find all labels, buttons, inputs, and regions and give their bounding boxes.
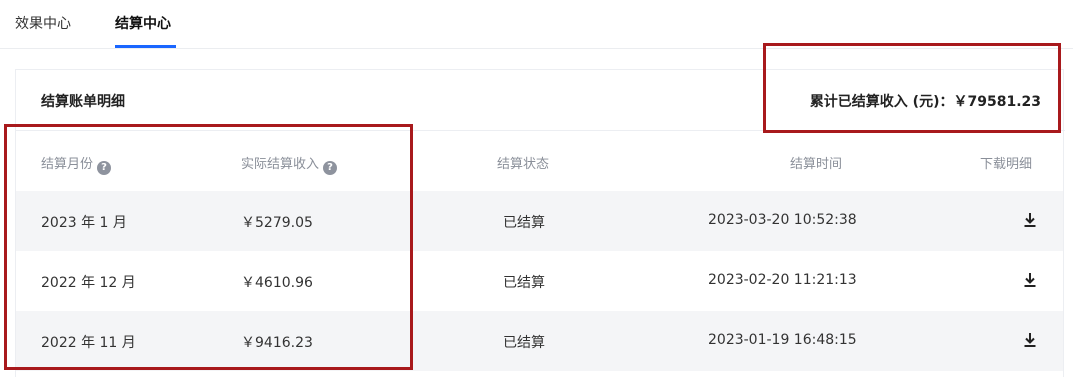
card-header: 结算账单明细 累计已结算收入 (元)：￥79581.23	[16, 70, 1065, 131]
total-settled-income: 累计已结算收入 (元)：￥79581.23	[809, 94, 1041, 110]
column-header-amount: 实际结算收入?	[241, 153, 338, 175]
tab-settlement-center[interactable]: 结算中心	[115, 14, 171, 34]
table-row: 2022 年 11 月 ￥9416.23 已结算 2023-01-19 16:4…	[16, 311, 1063, 371]
cell-status: 已结算	[503, 275, 545, 291]
cell-amount: ￥9416.23	[241, 335, 313, 351]
active-tab-indicator	[115, 45, 176, 48]
download-icon[interactable]	[1021, 331, 1039, 349]
download-icon[interactable]	[1021, 211, 1039, 229]
tab-effect-center[interactable]: 效果中心	[15, 14, 71, 34]
cell-time: 2023-02-20 11:21:13	[708, 272, 857, 288]
table-header: 结算月份? 实际结算收入? 结算状态 结算时间 下载明细	[16, 131, 1065, 191]
settlement-card: 结算账单明细 累计已结算收入 (元)：￥79581.23 结算月份? 实际结算收…	[15, 69, 1065, 377]
card-title: 结算账单明细	[41, 94, 125, 110]
question-circle-icon[interactable]: ?	[97, 161, 112, 175]
cell-status: 已结算	[503, 335, 545, 351]
cell-amount: ￥5279.05	[241, 215, 313, 231]
cell-month: 2023 年 1 月	[41, 215, 127, 231]
question-circle-icon[interactable]: ?	[323, 161, 338, 175]
cell-time: 2023-03-20 10:52:38	[708, 212, 857, 228]
cell-time: 2023-01-19 16:48:15	[708, 332, 857, 348]
column-header-download: 下载明细	[980, 157, 1033, 172]
table-row: 2023 年 1 月 ￥5279.05 已结算 2023-03-20 10:52…	[16, 191, 1063, 251]
cell-amount: ￥4610.96	[241, 275, 313, 291]
tab-bar: 效果中心 结算中心	[0, 0, 1073, 49]
cell-month: 2022 年 12 月	[41, 275, 136, 291]
column-header-status: 结算状态	[497, 157, 550, 172]
table-row: 2022 年 12 月 ￥4610.96 已结算 2023-02-20 11:2…	[16, 251, 1063, 311]
download-icon[interactable]	[1021, 271, 1039, 289]
column-header-time: 结算时间	[790, 157, 843, 172]
cell-status: 已结算	[503, 215, 545, 231]
cell-month: 2022 年 11 月	[41, 335, 136, 351]
column-header-month: 结算月份?	[41, 153, 112, 175]
